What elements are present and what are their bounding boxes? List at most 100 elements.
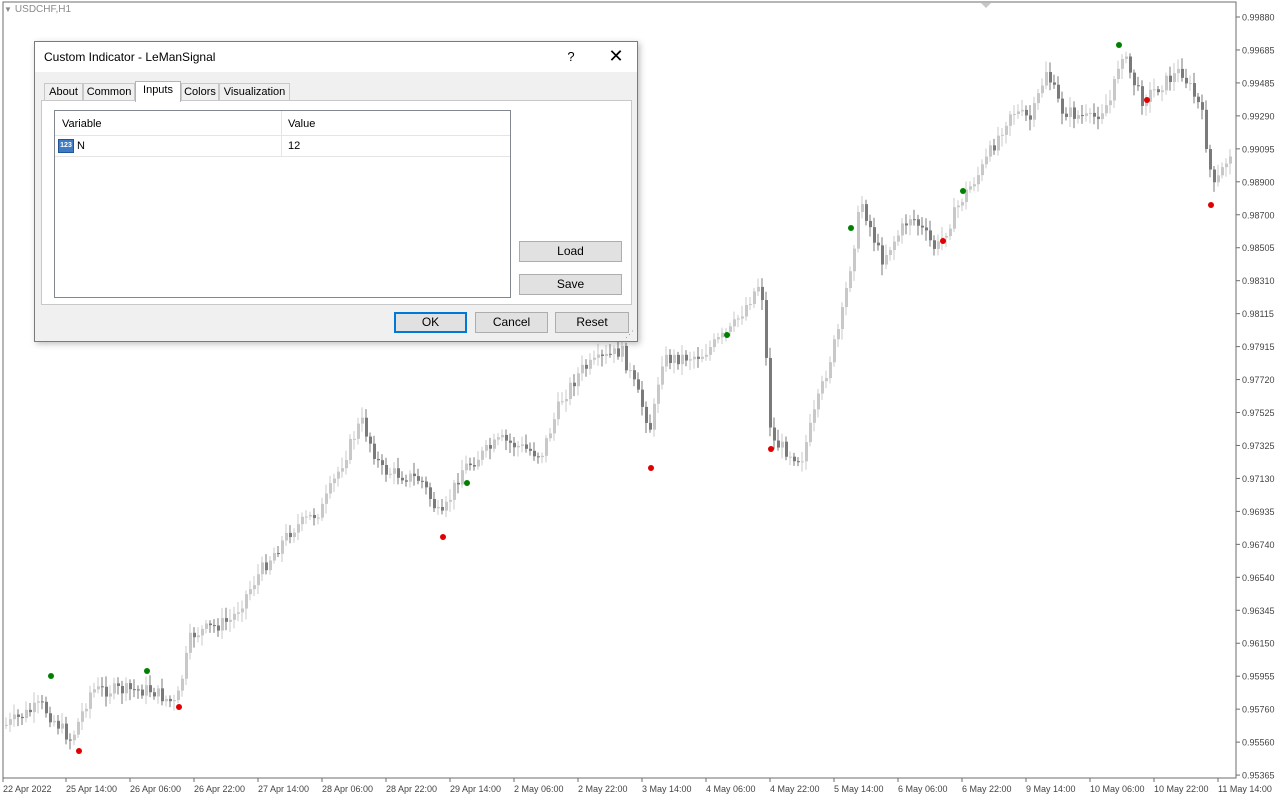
candle-body [229, 619, 232, 622]
candle-body [901, 223, 904, 236]
candle-body [289, 532, 292, 538]
price-label: 0.99685 [1242, 45, 1275, 55]
candle-body [349, 438, 352, 460]
buy-signal-dot [1116, 42, 1122, 48]
candle-body [905, 223, 908, 226]
candle-body [1157, 89, 1160, 93]
candle-body [505, 434, 508, 441]
help-button[interactable]: ? [559, 45, 583, 69]
candle-body [385, 464, 388, 475]
symbol-text: USDCHF,H1 [14, 4, 72, 15]
reset-button[interactable]: Reset [555, 312, 629, 333]
inputs-grid[interactable]: Variable Value 123 N 12 [54, 110, 511, 298]
candle-body [345, 459, 348, 469]
candle-body [917, 219, 920, 226]
candle-body [953, 207, 956, 229]
candle-body [1041, 85, 1044, 94]
candle-body [129, 683, 132, 690]
column-header-value[interactable]: Value [288, 118, 315, 130]
candle-body [1073, 107, 1076, 119]
dialog-titlebar[interactable]: Custom Indicator - LeManSignal ? ✕ [35, 42, 637, 72]
symbol-dropdown-icon[interactable]: ▼ [4, 5, 12, 14]
candle-body [593, 357, 596, 360]
candle-body [265, 562, 268, 571]
candle-body [949, 228, 952, 237]
candle-body [1065, 113, 1068, 117]
candle-body [841, 307, 844, 330]
cancel-button[interactable]: Cancel [475, 312, 548, 333]
tab-about[interactable]: About [44, 83, 83, 101]
time-label: 5 May 14:00 [834, 784, 884, 794]
candle-body [533, 450, 536, 457]
candle-body [525, 444, 528, 449]
candle-body [1029, 115, 1032, 120]
integer-type-icon: 123 [58, 139, 74, 153]
sell-signal-dot [1208, 202, 1214, 208]
sell-signal-dot [940, 238, 946, 244]
price-label: 0.95955 [1242, 672, 1275, 682]
candle-body [601, 354, 604, 356]
candle-body [137, 689, 140, 691]
candle-body [805, 442, 808, 462]
candle-body [893, 241, 896, 251]
time-label: 6 May 06:00 [898, 784, 948, 794]
candle-body [325, 493, 328, 504]
candle-body [161, 688, 164, 702]
tab-colors[interactable]: Colors [181, 83, 219, 101]
candle-body [617, 348, 620, 357]
candle-body [69, 739, 72, 741]
load-button[interactable]: Load [519, 241, 622, 262]
price-label: 0.99290 [1242, 111, 1275, 121]
variable-value-cell[interactable]: 12 [288, 140, 300, 152]
candle-body [669, 354, 672, 364]
resize-grip-icon[interactable]: ⋰ [625, 329, 635, 339]
candle-body [1225, 163, 1228, 168]
table-row[interactable]: 123 N 12 [55, 136, 510, 157]
candle-body [737, 318, 740, 320]
candle-body [333, 478, 336, 484]
price-label: 0.97915 [1242, 342, 1275, 352]
column-header-variable[interactable]: Variable [62, 118, 102, 130]
dialog-body: About Common Inputs Colors Visualization… [35, 72, 637, 341]
buy-signal-dot [960, 188, 966, 194]
price-label: 0.95365 [1242, 771, 1275, 781]
candle-body [1013, 114, 1016, 116]
candle-body [65, 723, 68, 740]
candle-body [1061, 98, 1064, 114]
save-button[interactable]: Save [519, 274, 622, 295]
candle-body [485, 445, 488, 451]
shift-marker-icon [981, 3, 991, 8]
candle-body [1205, 109, 1208, 150]
candle-body [1209, 149, 1212, 170]
candle-body [1173, 73, 1176, 83]
tab-inputs[interactable]: Inputs [135, 81, 181, 102]
candle-body [1025, 109, 1028, 116]
candle-body [585, 364, 588, 369]
candle-body [1001, 134, 1004, 136]
candle-body [993, 145, 996, 151]
candle-body [849, 271, 852, 288]
time-label: 2 May 22:00 [578, 784, 628, 794]
column-divider[interactable] [281, 111, 282, 135]
chart-symbol-label: ▼ USDCHF,H1 [4, 4, 71, 15]
candle-body [753, 291, 756, 305]
candle-body [369, 436, 372, 444]
candle-body [297, 524, 300, 533]
candle-body [93, 689, 96, 693]
time-label: 25 Apr 14:00 [66, 784, 117, 794]
candle-body [353, 438, 356, 440]
buy-signal-dot [464, 480, 470, 486]
candle-body [1153, 89, 1156, 91]
ok-button[interactable]: OK [394, 312, 467, 333]
cell-divider [281, 136, 282, 156]
price-label: 0.96740 [1242, 540, 1275, 550]
close-button[interactable]: ✕ [601, 45, 631, 69]
candle-body [681, 354, 684, 365]
candle-body [149, 685, 152, 693]
tab-common[interactable]: Common [83, 83, 135, 101]
candle-body [177, 690, 180, 701]
candle-body [245, 594, 248, 609]
price-label: 0.98900 [1242, 177, 1275, 187]
candle-body [813, 409, 816, 423]
tab-visualization[interactable]: Visualization [219, 83, 290, 101]
